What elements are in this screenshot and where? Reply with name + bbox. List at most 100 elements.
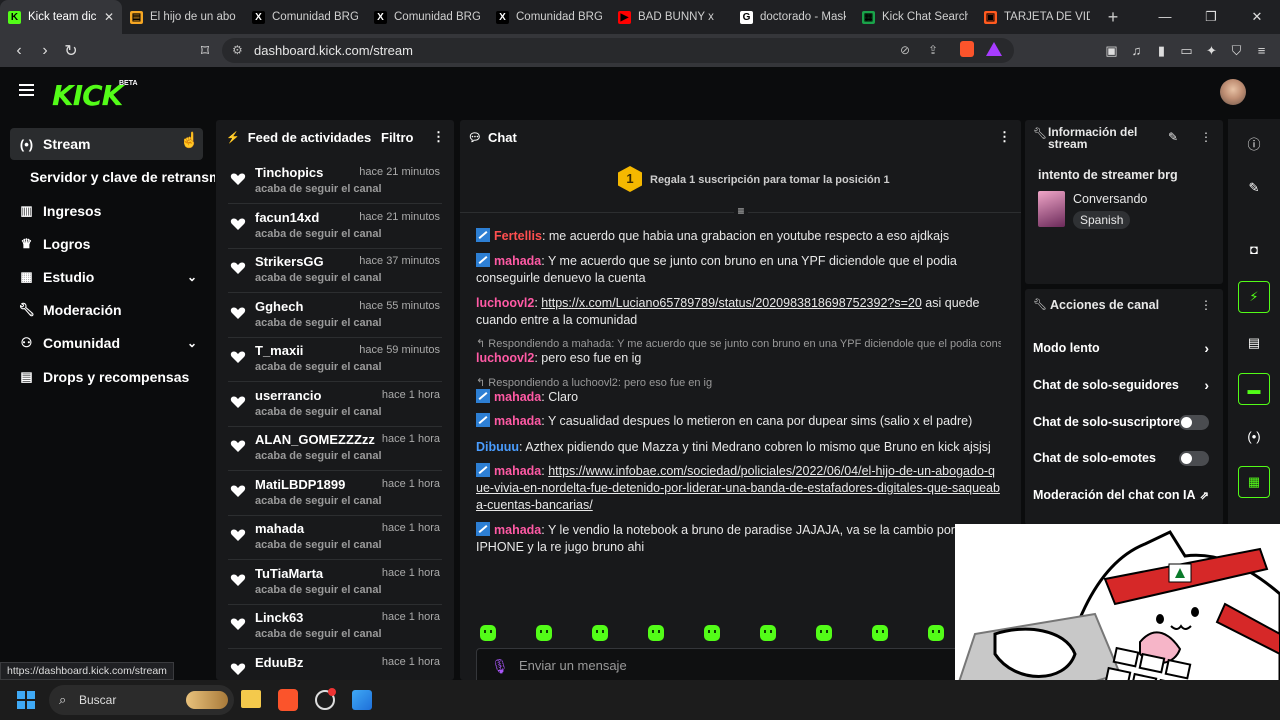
feed-row[interactable]: TuTiaMarta hace 1 hora acaba de seguir el … [228,561,442,605]
menu-icon[interactable]: ≡ [1249,43,1274,58]
browser-tab[interactable]: X Comunidad BRG C [366,0,488,34]
feed-row[interactable]: ALAN_GOMEZZZzz hace 1 hora acaba de seguir… [228,427,442,471]
activity-bolt-icon[interactable]: ⚡︎ [1238,281,1270,313]
feed-username[interactable]: Tinchopics [255,165,323,180]
maximize-button[interactable]: ❐ [1188,0,1234,34]
feed-row[interactable]: userrancio hace 1 hora acaba de seguir el … [228,383,442,427]
windows-start-icon[interactable] [17,691,35,709]
more-options-icon[interactable]: ⋮ [432,129,445,145]
chat-username[interactable]: Dibuuu [476,440,519,454]
address-bar[interactable]: ⚙ dashboard.kick.com/stream [222,38,1014,63]
emote-icon[interactable] [816,625,832,641]
sidebar-item-stream[interactable]: (•) Stream [10,128,203,160]
edit-pencil-icon[interactable]: ✎ [1168,130,1178,144]
collapse-icon[interactable]: ≡ [734,205,748,217]
chat-icon[interactable]: ▬ [1238,373,1270,405]
user-avatar[interactable] [1220,79,1246,105]
info-icon[interactable]: ⓘ [1238,127,1270,159]
feed-row[interactable]: MatiLBDP1899 hace 1 hora acaba de seguir e… [228,472,442,516]
ai-moderation-row[interactable]: Moderación del chat con IA ⇗ [1033,484,1215,506]
browser-tab[interactable]: X Comunidad BRG C [244,0,366,34]
chat-username[interactable]: mahada [494,414,541,428]
feed-username[interactable]: TuTiaMarta [255,566,323,581]
minimize-button[interactable]: — [1142,0,1188,34]
sidebar-toggle-icon[interactable]: ▮ [1149,43,1174,59]
forward-button[interactable]: › [32,42,58,60]
more-options-icon[interactable]: ⋮ [1200,298,1212,312]
feed-username[interactable]: userrancio [255,388,321,403]
hamburger-menu-icon[interactable] [19,84,34,96]
feed-row[interactable]: T_maxii hace 59 minutos acaba de seguir el… [228,338,442,382]
wallet-icon[interactable]: ▭ [1174,43,1199,59]
slow-mode-row[interactable]: Modo lento › [1033,337,1215,359]
chat-username[interactable]: luchoovl2 [476,296,534,310]
brave-browser-icon[interactable] [278,689,298,711]
chat-username[interactable]: luchoovl2 [476,351,534,365]
feed-row[interactable]: Gghech hace 55 minutos acaba de seguir el … [228,294,442,338]
vpn-icon[interactable]: ⛉ [1224,43,1249,59]
feed-username[interactable]: Linck63 [255,610,303,625]
document-icon[interactable]: ▤ [1238,327,1270,359]
brave-rewards-icon[interactable] [986,42,1002,56]
chat-username[interactable]: mahada [494,523,541,537]
close-window-button[interactable]: ✕ [1234,0,1280,34]
brave-shield-icon[interactable] [960,41,974,57]
taskbar-search[interactable]: ⌕ Buscar [49,685,234,715]
browser-tab[interactable]: Gdoctorado - Mask [732,0,854,34]
feed-username[interactable]: mahada [255,521,304,536]
sidebar-item-comunidad[interactable]: ⚇ Comunidad ⌄ [10,327,203,359]
emote-icon[interactable] [704,625,720,641]
chat-link[interactable]: https://x.com/Luciano65789789/status/202… [541,296,922,310]
feed-row[interactable]: Tinchopics hace 21 minutos acaba de seguir… [228,160,442,204]
leo-icon[interactable]: ▣ [1099,43,1124,59]
sidebar-item-ingresos[interactable]: ▥ Ingresos [10,195,203,227]
more-options-icon[interactable]: ⋮ [1200,130,1212,144]
file-explorer-icon[interactable] [241,690,261,708]
emote-icon[interactable] [872,625,888,641]
reply-context[interactable]: ↰ Respondiendo a luchoovl2: pero eso fue… [476,376,1001,389]
new-tab-button[interactable]: + [1098,7,1128,28]
back-button[interactable]: ‹ [6,42,32,60]
feed-username[interactable]: ALAN_GOMEZZZzz [255,432,375,447]
bookmark-icon[interactable]: ⌑ [192,41,218,61]
ai-icon[interactable]: ✦ [1199,43,1224,59]
feed-username[interactable]: MatiLBDP1899 [255,477,345,492]
feed-row[interactable]: facun14xd hace 21 minutos acaba de seguir … [228,205,442,249]
no-track-icon[interactable]: ⊘ [900,43,910,57]
sidebar-subitem-server-key[interactable]: Servidor y clave de retransmisión [30,169,215,185]
sidebar-item-logros[interactable]: ♛ Logros [10,228,203,260]
kick-logo[interactable]: KICK [52,79,123,112]
sidebar-item-moderacion[interactable]: 🔧︎ Moderación [10,294,203,326]
gift-sub-prompt[interactable]: Regala 1 suscripción para tomar la posic… [650,174,890,186]
sidebar-item-drops[interactable]: ▤ Drops y recompensas [10,361,203,393]
chat-username[interactable]: mahada [494,254,541,268]
chat-username[interactable]: Fertellis [494,229,542,243]
feed-username[interactable]: T_maxii [255,343,303,358]
chat-username[interactable]: mahada [494,390,541,404]
reply-context[interactable]: ↰ Respondiendo a mahada: Y me acuerdo qu… [476,337,1001,350]
site-info-icon[interactable]: ⚙ [232,43,243,57]
microphone-icon[interactable]: 🎙︎ [491,649,509,680]
more-options-icon[interactable]: ⋮ [998,129,1011,145]
share-icon[interactable]: ⇪ [928,43,938,57]
sidebar-item-estudio[interactable]: ▦ Estudio ⌄ [10,261,203,293]
emotes-only-toggle[interactable] [1179,451,1209,466]
browser-tab[interactable]: K Kick team dic ✕ [0,0,122,34]
emote-icon[interactable] [760,625,776,641]
filter-button[interactable]: Filtro [381,130,414,145]
feed-username[interactable]: EduuBz [255,655,303,670]
feed-row[interactable]: Linck63 hace 1 hora acaba de seguir el can… [228,605,442,649]
chat-link[interactable]: https://www.infobae.com/sociedad/policia… [476,464,1000,512]
subscribers-only-toggle[interactable] [1179,415,1209,430]
emote-icon[interactable] [928,625,944,641]
edit-pencil-icon[interactable]: ✎ [1238,172,1270,204]
camera-icon[interactable]: ◘ [1238,233,1270,265]
emote-icon[interactable] [648,625,664,641]
browser-tab[interactable]: X Comunidad BRG C [488,0,610,34]
browser-tab[interactable]: ▤ El hijo de un abog [122,0,244,34]
close-tab-icon[interactable]: ✕ [104,10,114,24]
broadcast-icon[interactable]: (•) [1238,420,1270,452]
actions-icon[interactable]: ▦ [1238,466,1270,498]
category-thumbnail[interactable] [1038,191,1065,227]
feed-username[interactable]: Gghech [255,299,303,314]
